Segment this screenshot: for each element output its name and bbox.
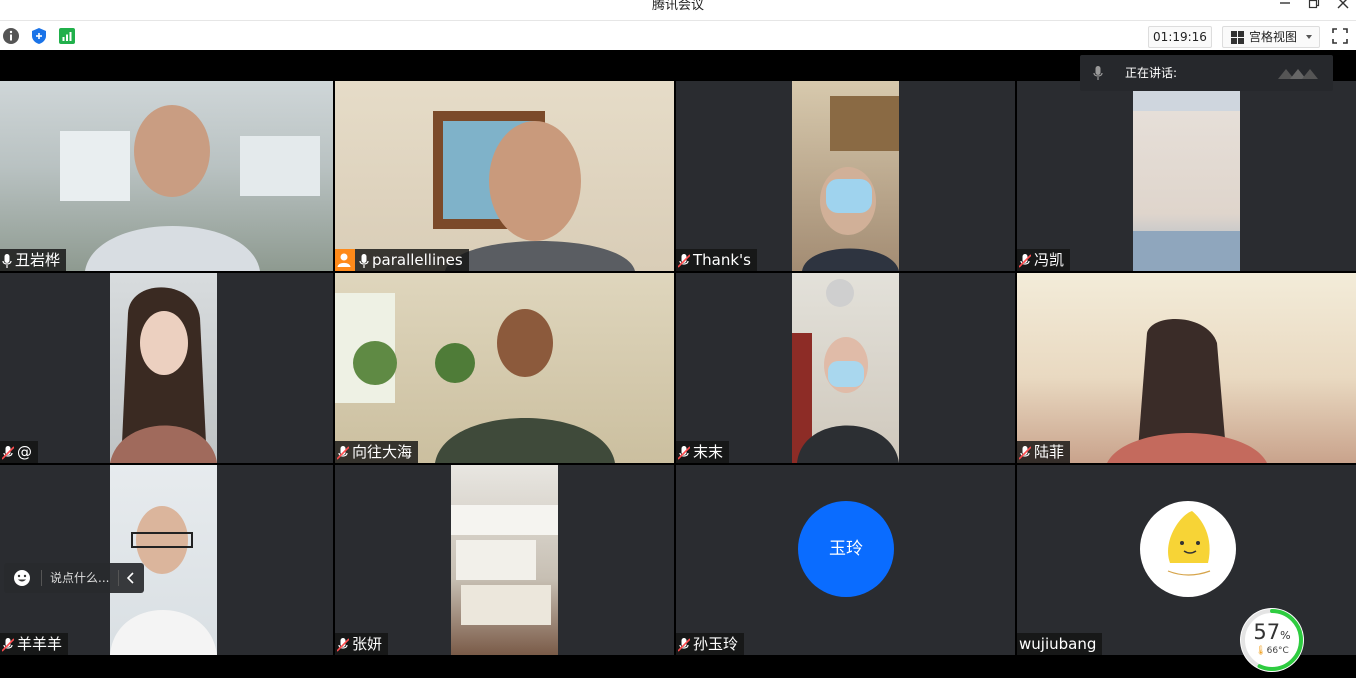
participant-name: wujiubang xyxy=(1019,635,1097,653)
video-tile[interactable]: parallellines xyxy=(335,81,674,271)
tencent-meeting-logo-icon xyxy=(1278,69,1318,79)
thermometer-icon: 🌡 xyxy=(1255,646,1267,656)
participant-name: 张妍 xyxy=(352,635,383,653)
participant-name: 冯凯 xyxy=(1034,251,1065,269)
participant-name: 陆菲 xyxy=(1034,443,1065,461)
video-tile[interactable]: 张妍 xyxy=(335,465,674,655)
camera-feed xyxy=(335,81,674,271)
participant-nameplate: 陆菲 xyxy=(1017,441,1071,463)
video-tile[interactable]: 丑岩桦 xyxy=(0,81,333,271)
video-tile[interactable]: Thank's xyxy=(676,81,1015,271)
video-tile[interactable]: 向往大海 xyxy=(335,273,674,463)
participant-name: 孙玉玲 xyxy=(693,635,739,653)
participant-nameplate: parallellines xyxy=(335,249,469,271)
info-icon[interactable] xyxy=(2,27,20,45)
video-tile[interactable]: 末末 xyxy=(676,273,1015,463)
video-grid: 丑岩桦 parallellines Thank's 冯凯 @ 向往大海 末末 陆… xyxy=(0,50,1356,672)
microphone-muted-icon xyxy=(2,445,14,460)
participant-nameplate: 向往大海 xyxy=(335,441,419,463)
microphone-muted-icon xyxy=(678,637,690,652)
cpu-value: 57 xyxy=(1253,620,1281,644)
video-tile[interactable]: @ xyxy=(0,273,333,463)
microphone-muted-icon xyxy=(337,445,349,460)
camera-feed xyxy=(792,81,899,271)
video-tile[interactable]: 陆菲 xyxy=(1017,273,1356,463)
divider xyxy=(41,570,42,586)
microphone-muted-icon xyxy=(337,637,349,652)
video-tile[interactable]: 羊羊羊 xyxy=(0,465,333,655)
temperature-readout: 🌡66°C xyxy=(1238,646,1306,656)
video-tile[interactable]: 冯凯 xyxy=(1017,81,1356,271)
restore-icon[interactable] xyxy=(1304,0,1324,13)
chevron-down-icon xyxy=(1306,35,1312,39)
grid-view-icon xyxy=(1231,31,1244,44)
view-mode-dropdown[interactable]: 宫格视图 xyxy=(1222,26,1320,48)
divider xyxy=(118,570,119,586)
participant-nameplate: 冯凯 xyxy=(1017,249,1071,271)
participant-name: 丑岩桦 xyxy=(15,251,61,269)
chevron-left-icon[interactable] xyxy=(126,572,136,584)
view-mode-label: 宫格视图 xyxy=(1249,30,1298,44)
participant-nameplate: 羊羊羊 xyxy=(0,633,69,655)
security-shield-icon[interactable] xyxy=(30,27,48,45)
temperature-value: 66°C xyxy=(1266,646,1289,656)
percent-sign: % xyxy=(1280,629,1291,642)
camera-feed xyxy=(335,273,674,463)
participant-name: parallellines xyxy=(372,251,463,269)
participant-nameplate: 张妍 xyxy=(335,633,389,655)
microphone-icon xyxy=(359,253,369,268)
camera-feed xyxy=(451,465,558,655)
microphone-muted-icon xyxy=(2,637,14,652)
camera-feed xyxy=(792,273,899,463)
participant-nameplate: @ xyxy=(0,441,38,463)
camera-feed xyxy=(0,81,333,271)
title-bar: 腾讯会议 xyxy=(0,0,1356,20)
camera-feed xyxy=(1133,81,1240,271)
participant-nameplate: 孙玉玲 xyxy=(676,633,745,655)
performance-gauge[interactable]: 57% 🌡66°C xyxy=(1238,606,1306,674)
video-tile[interactable]: 玉玲 孙玉玲 xyxy=(676,465,1015,655)
cpu-usage: 57% xyxy=(1238,620,1306,648)
participant-name: 向往大海 xyxy=(352,443,413,461)
participant-name: 羊羊羊 xyxy=(17,635,63,653)
window-title: 腾讯会议 xyxy=(651,0,704,13)
meeting-toolbar: 01:19:16 宫格视图 xyxy=(0,20,1356,51)
fullscreen-icon[interactable] xyxy=(1332,28,1348,44)
avatar: 玉玲 xyxy=(798,501,894,597)
speaking-label: 正在讲话: xyxy=(1125,66,1178,80)
host-badge-icon xyxy=(335,249,355,271)
microphone-muted-icon xyxy=(678,445,690,460)
chat-input-bar[interactable]: 说点什么... xyxy=(4,563,144,593)
camera-feed xyxy=(110,465,217,655)
emoji-icon[interactable] xyxy=(13,569,31,587)
camera-feed xyxy=(1017,273,1356,463)
participant-name: @ xyxy=(17,443,32,461)
camera-feed xyxy=(110,273,217,463)
participant-nameplate: wujiubang xyxy=(1017,633,1103,655)
participant-name: Thank's xyxy=(693,251,751,269)
microphone-icon xyxy=(1093,66,1103,80)
participant-nameplate: 丑岩桦 xyxy=(0,249,67,271)
microphone-icon xyxy=(2,253,12,268)
participant-nameplate: Thank's xyxy=(676,249,757,271)
avatar xyxy=(1140,501,1236,597)
close-icon[interactable] xyxy=(1333,0,1353,13)
participant-name: 末末 xyxy=(693,443,724,461)
participant-nameplate: 末末 xyxy=(676,441,730,463)
minimize-icon[interactable] xyxy=(1275,0,1295,13)
meeting-timer: 01:19:16 xyxy=(1148,26,1212,48)
microphone-muted-icon xyxy=(1019,253,1031,268)
chat-placeholder[interactable]: 说点什么... xyxy=(50,563,109,593)
speaking-indicator: 正在讲话: xyxy=(1080,55,1333,91)
microphone-muted-icon xyxy=(678,253,690,268)
microphone-muted-icon xyxy=(1019,445,1031,460)
network-signal-icon[interactable] xyxy=(58,27,76,45)
